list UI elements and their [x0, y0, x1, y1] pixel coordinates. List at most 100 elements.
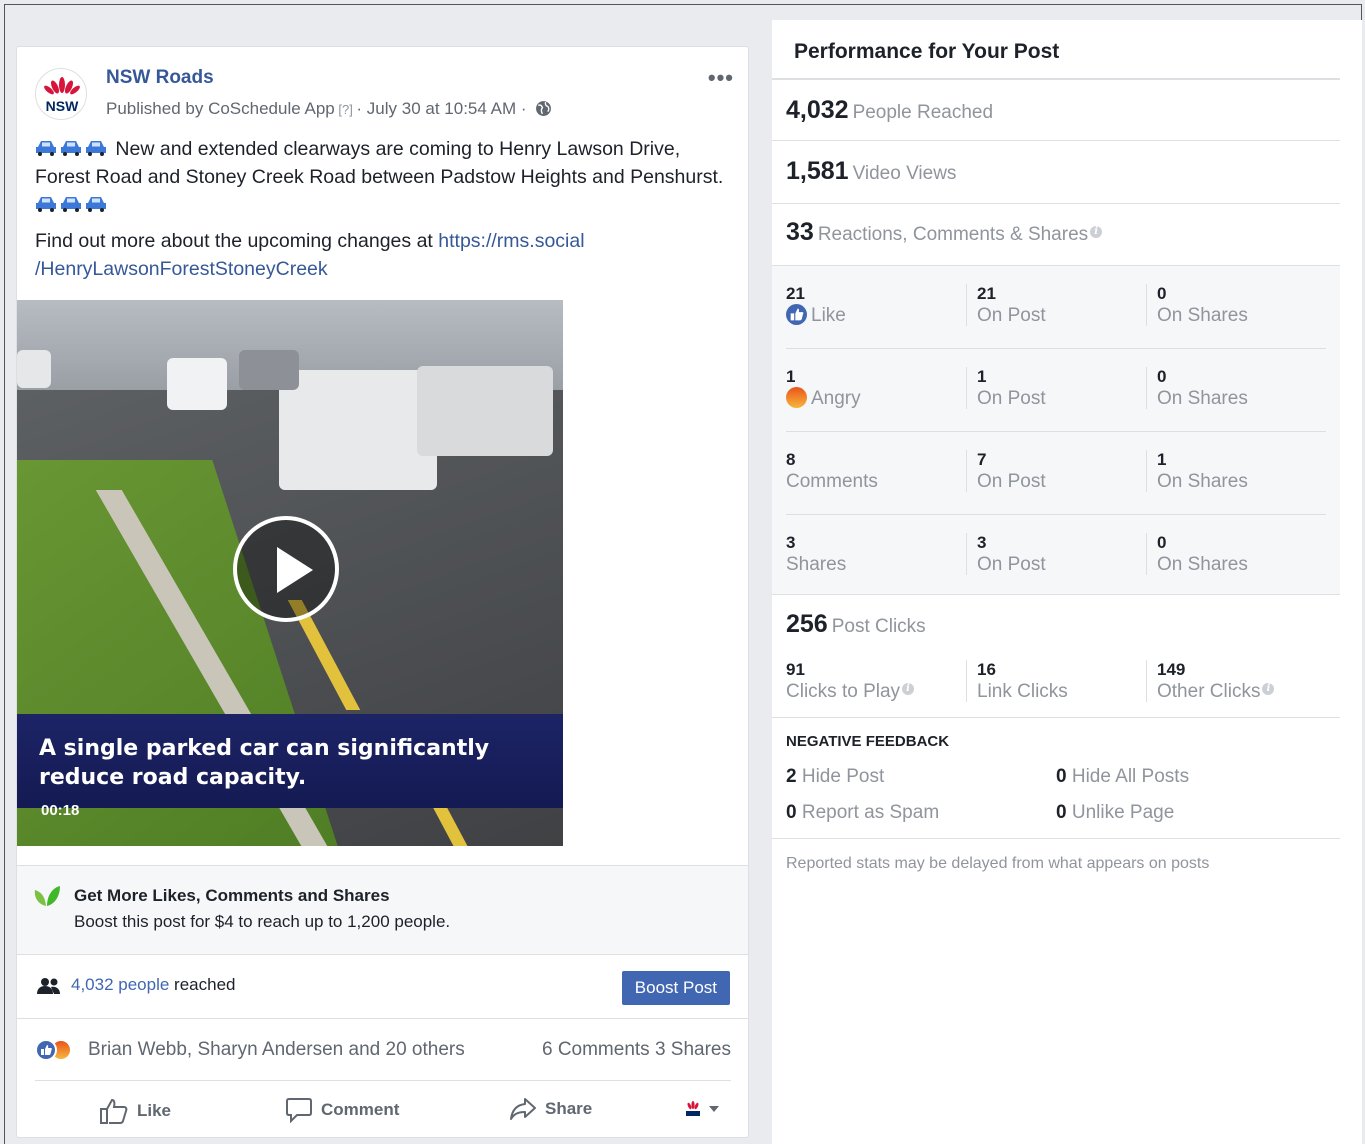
report-spam-value: 0 — [786, 802, 797, 823]
share-label: Share — [545, 1099, 593, 1118]
breakdown-cell: 3 On Post — [966, 533, 1046, 575]
clicks-label-text: Clicks to Play — [786, 681, 901, 702]
clicks-label: Clicks to Play i — [786, 680, 915, 704]
breakdown-number: 8 — [786, 450, 796, 469]
breakdown-cell: 21 On Post — [966, 284, 1046, 326]
post-timestamp[interactable]: · July 30 at 10:54 AM · — [356, 99, 526, 118]
divider — [772, 78, 1340, 80]
breakdown-number: 1 — [786, 367, 796, 386]
clicks-cell: 149 Other Clicks i — [1146, 660, 1275, 704]
post-clicks-label: Post Clicks — [831, 616, 926, 637]
people-reached-label: People Reached — [852, 102, 994, 123]
post-card: NSW NSW Roads Published by CoSchedule Ap… — [16, 46, 749, 1138]
boost-title: Get More Likes, Comments and Shares — [74, 886, 390, 905]
like-reaction-icon — [35, 1039, 57, 1061]
hide-all-label: Hide All Posts — [1071, 766, 1190, 787]
hide-all-stat: 0 Hide All Posts — [1056, 766, 1189, 788]
boost-subtitle: Boost this post for $4 to reach up to 1,… — [74, 912, 451, 931]
boost-post-button[interactable]: Boost Post — [621, 971, 730, 1005]
share-button[interactable]: Share — [509, 1097, 592, 1121]
page-avatar[interactable]: NSW — [35, 68, 87, 120]
byline-prefix: Published by — [106, 99, 209, 118]
video-player[interactable]: A single parked car can significantly re… — [17, 300, 563, 846]
breakdown-label: Shares — [786, 554, 847, 575]
breakdown-label: On Shares — [1157, 305, 1248, 326]
post-header: NSW NSW Roads Published by CoSchedule Ap… — [35, 65, 736, 125]
breakdown-number: 21 — [786, 284, 805, 303]
breakdown-number: 1 — [1157, 450, 1167, 469]
like-label: Like — [137, 1101, 172, 1120]
unlike-page-stat: 0 Unlike Page — [1056, 802, 1174, 824]
breakdown-label: On Post — [977, 305, 1046, 326]
boost-suggestion: Get More Likes, Comments and Shares Boos… — [17, 865, 748, 955]
clicks-number: 91 — [786, 660, 805, 679]
breakdown-cell: 8 Comments — [786, 450, 878, 494]
video-car — [167, 358, 227, 410]
breakdown-cell: 1 Angry — [786, 367, 861, 411]
posting-as-selector[interactable] — [683, 1099, 719, 1119]
comment-label: Comment — [321, 1100, 400, 1119]
post-clicks-stat: 256 Post Clicks — [786, 610, 926, 639]
byline-help-link[interactable]: [?] — [335, 102, 357, 117]
clicks-label-text: Other Clicks — [1157, 681, 1261, 702]
car-icon — [61, 141, 81, 156]
info-icon[interactable]: i — [1090, 226, 1103, 238]
info-icon[interactable]: i — [902, 683, 915, 695]
video-car — [417, 366, 553, 456]
video-car — [279, 370, 437, 490]
breakdown-label: Like — [786, 304, 846, 328]
byline-app-link[interactable]: CoSchedule App — [208, 99, 335, 118]
clicks-breakdown: 91 Clicks to Play i 16 Link Clicks 149 Other… — [786, 642, 1326, 724]
comment-share-counts[interactable]: 6 Comments 3 Shares — [542, 1039, 731, 1061]
breakdown-cell: 7 On Post — [966, 450, 1046, 492]
video-car — [17, 350, 51, 388]
post-text-link-prefix: Find out more about the upcoming changes… — [35, 230, 439, 252]
breakdown-number: 3 — [977, 533, 987, 552]
panel-title: Performance for Your Post — [794, 40, 1060, 63]
comment-button[interactable]: Comment — [285, 1097, 399, 1123]
breakdown-number: 0 — [1157, 367, 1167, 386]
clicks-number: 16 — [977, 660, 996, 679]
negative-feedback-title: NEGATIVE FEEDBACK — [786, 733, 950, 750]
video-views-value: 1,581 — [786, 157, 849, 185]
globe-icon — [536, 101, 552, 116]
reach-suffix: reached — [169, 975, 236, 994]
hide-all-value: 0 — [1056, 766, 1067, 787]
thumbs-up-icon — [100, 1098, 128, 1124]
car-icon — [86, 197, 106, 212]
engagement-stat: 33 Reactions, Comments & Shares i — [786, 218, 1103, 247]
unlike-page-label: Unlike Page — [1071, 802, 1175, 823]
reach-people-link[interactable]: 4,032 people — [71, 975, 169, 994]
breakdown-cell: 0 On Shares — [1146, 533, 1248, 575]
breakdown-number: 0 — [1157, 284, 1167, 303]
breakdown-cell: 1 On Shares — [1146, 450, 1248, 492]
car-icon — [36, 141, 56, 156]
breakdown-label-text: Like — [811, 305, 846, 326]
hide-post-value: 2 — [786, 766, 797, 787]
post-options-button[interactable]: ••• — [708, 65, 734, 91]
page-name-link[interactable]: NSW Roads — [106, 67, 214, 89]
info-icon[interactable]: i — [1262, 683, 1275, 695]
nsw-logo-icon: NSW — [44, 77, 80, 114]
breakdown-number: 7 — [977, 450, 987, 469]
chevron-down-icon — [709, 1106, 719, 1112]
video-views-label: Video Views — [852, 163, 957, 184]
like-reaction-icon — [786, 304, 807, 325]
breakdown-number: 21 — [977, 284, 996, 303]
divider — [772, 203, 1340, 204]
reactors-link[interactable]: Brian Webb, Sharyn Andersen and 20 other… — [88, 1039, 465, 1061]
post-text-main: New and extended clearways are coming to… — [35, 138, 724, 188]
clicks-cell: 91 Clicks to Play i — [786, 660, 915, 704]
post-clicks-value: 256 — [786, 610, 828, 638]
post-paragraph-2: Find out more about the upcoming changes… — [35, 227, 735, 283]
like-button[interactable]: Like — [99, 1097, 171, 1125]
play-icon — [277, 547, 313, 593]
performance-panel: Performance for Your Post 4,032 People Re… — [772, 20, 1362, 1144]
play-button[interactable] — [233, 516, 339, 622]
breakdown-label-text: Angry — [811, 388, 861, 409]
breakdown-cell: 0 On Shares — [1146, 284, 1248, 326]
reach-summary: 4,032 people reached — [71, 975, 236, 995]
nsw-page-icon — [686, 1101, 700, 1116]
clicks-label: Other Clicks i — [1157, 680, 1275, 704]
breakdown-number: 1 — [977, 367, 987, 386]
